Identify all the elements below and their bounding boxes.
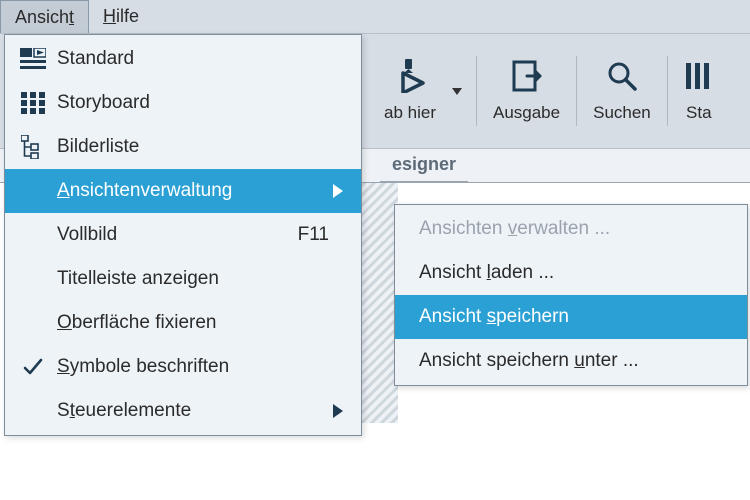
submenu-load-view[interactable]: Ansicht laden ...: [395, 251, 747, 295]
menuitem-show-titlebar[interactable]: Titelleiste anzeigen: [5, 257, 361, 301]
menuitem-standard[interactable]: Standard: [5, 37, 361, 81]
play-from-here-icon: [391, 59, 429, 93]
submenu-arrow-icon: [329, 404, 347, 418]
submenu-save-view[interactable]: Ansicht speichern: [395, 295, 747, 339]
storyboard-icon: [13, 92, 53, 114]
menuitem-storyboard[interactable]: Storyboard: [5, 81, 361, 125]
toolbar-search-label: Suchen: [593, 103, 651, 123]
toolbar-search[interactable]: Suchen: [579, 34, 665, 148]
output-icon: [510, 59, 544, 93]
standard-view-icon: [13, 48, 53, 70]
dropdown-caret-icon[interactable]: [450, 86, 474, 96]
menubar: Ansicht Hilfe: [0, 0, 750, 34]
menuitem-label: Ansichten verwalten ...: [419, 218, 733, 240]
menuitem-label: Symbole beschriften: [53, 356, 347, 378]
toolbar-output-label: Ausgabe: [493, 103, 560, 123]
menuitem-label: Ansicht speichern unter ...: [419, 350, 733, 372]
menuitem-label: Oberfläche fixieren: [53, 312, 347, 334]
tab-designer-label: esigner: [392, 154, 456, 174]
menuitem-label: Ansicht speichern: [419, 306, 733, 328]
menuitem-imagelist[interactable]: Bilderliste: [5, 125, 361, 169]
toolbar-start-label: Sta: [686, 103, 712, 123]
menuitem-label: Vollbild: [53, 224, 286, 246]
toolbar-separator: [576, 56, 577, 126]
panel-splitter[interactable]: [362, 183, 398, 423]
search-icon: [605, 59, 639, 93]
toolbar-from-here[interactable]: ab hier: [370, 34, 450, 148]
menuitem-label: Storyboard: [53, 92, 347, 114]
menuitem-controls[interactable]: Steuerelemente: [5, 389, 361, 433]
submenu-save-view-as[interactable]: Ansicht speichern unter ...: [395, 339, 747, 383]
toolbar-separator: [667, 56, 668, 126]
columns-icon: [684, 59, 714, 93]
submenu-arrow-icon: [329, 184, 347, 198]
menuitem-label: Standard: [53, 48, 347, 70]
menuitem-view-management[interactable]: Ansichtenverwaltung: [5, 169, 361, 213]
menuitem-shortcut: F11: [286, 224, 329, 246]
submenu-manage-views[interactable]: Ansichten verwalten ...: [395, 207, 747, 251]
menuitem-label: Ansicht laden ...: [419, 262, 733, 284]
menuitem-fix-surface[interactable]: Oberfläche fixieren: [5, 301, 361, 345]
tree-list-icon: [13, 135, 53, 159]
toolbar-output[interactable]: Ausgabe: [479, 34, 574, 148]
checkmark-icon: [13, 357, 53, 377]
menu-view-label: Ansicht: [15, 7, 74, 28]
menuitem-label: Bilderliste: [53, 136, 347, 158]
submenu-view-management: Ansichten verwalten ... Ansicht laden ..…: [394, 204, 748, 386]
menu-view[interactable]: Ansicht: [0, 0, 89, 33]
menuitem-label: Steuerelemente: [53, 400, 329, 422]
toolbar-separator: [476, 56, 477, 126]
menuitem-label: Titelleiste anzeigen: [53, 268, 347, 290]
menu-view-dropdown: Standard Storyboard: [4, 34, 362, 436]
toolbar-from-here-label: ab hier: [384, 103, 436, 123]
menu-help[interactable]: Hilfe: [89, 0, 153, 33]
menu-help-label: Hilfe: [103, 6, 139, 27]
menuitem-label: Ansichtenverwaltung: [53, 180, 329, 202]
menuitem-label-symbols[interactable]: Symbole beschriften: [5, 345, 361, 389]
tab-designer[interactable]: esigner: [380, 148, 468, 182]
toolbar-start[interactable]: Sta: [670, 34, 714, 148]
menuitem-fullscreen[interactable]: Vollbild F11: [5, 213, 361, 257]
